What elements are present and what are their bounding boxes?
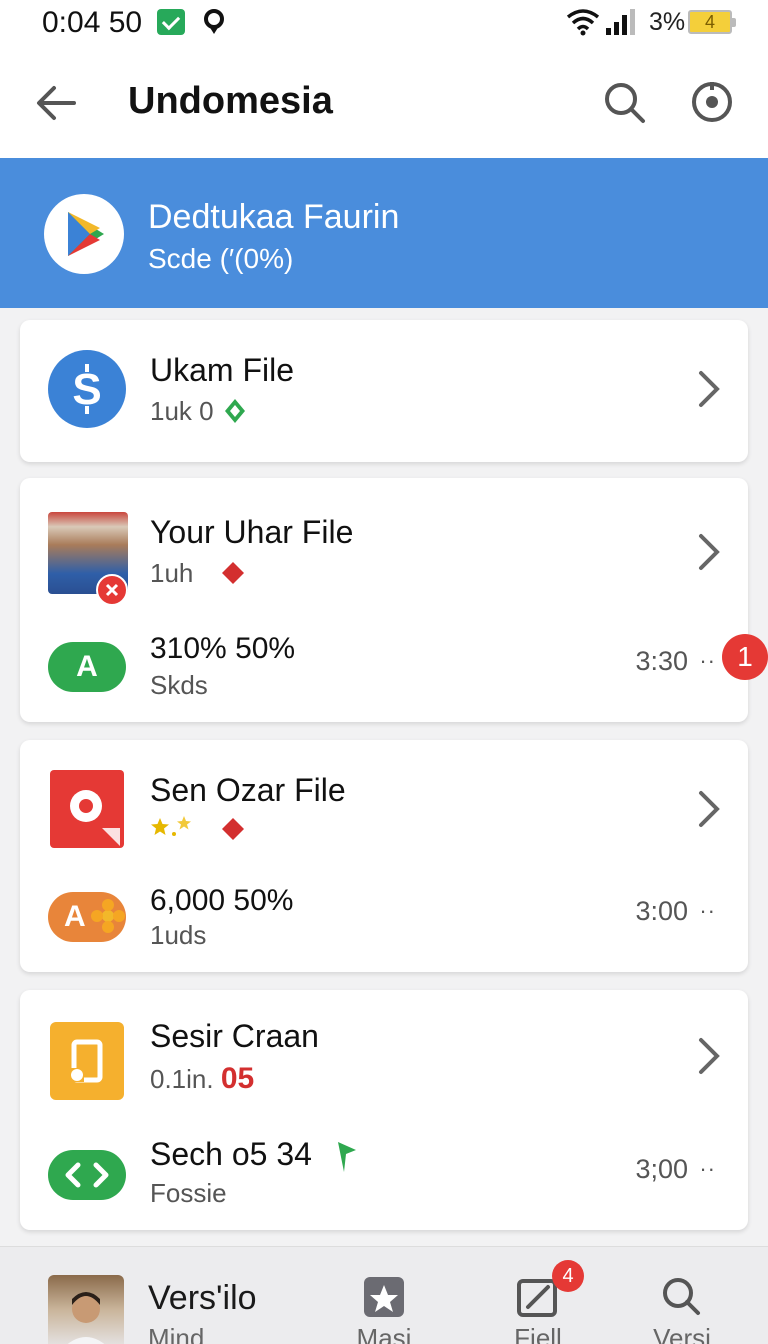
nav-badge: 4 [552, 1260, 584, 1292]
battery-icon: 4 [688, 10, 736, 34]
nav-item-masi[interactable]: Masi [334, 1275, 434, 1344]
search-icon[interactable] [600, 78, 648, 126]
chevron-right-icon[interactable] [696, 532, 722, 572]
bottom-navigation: Vers'ilo Mind Masi Fiell Versi [0, 1246, 768, 1344]
row-subtitle: 1uk 0 [150, 396, 214, 426]
file-card: Sen Ozar File A 6,000 50% 1uds 3:00 ·· [20, 740, 748, 972]
notification-badge: 1 [722, 634, 768, 680]
more-dots-icon[interactable]: ·· [699, 1156, 716, 1182]
row-title: Your Uhar File [150, 514, 354, 550]
row-title: Sesir Craan [150, 1018, 319, 1054]
status-bar: 0:04 50 3% 4 [0, 0, 768, 48]
chevron-right-icon[interactable] [696, 789, 722, 829]
file-card: Your Uhar File 1uh A 310% 50% Skds 3:30 … [20, 478, 748, 722]
nav-item-versi[interactable]: Versi [632, 1275, 732, 1344]
row-title: Sech o5 34 [150, 1136, 312, 1172]
location-pin-icon [204, 9, 224, 34]
chevron-right-icon[interactable] [696, 1036, 722, 1076]
row-subtitle: 1uds [150, 920, 207, 950]
nav-label: Masi [356, 1323, 412, 1344]
row-subtitle-accent: 05 [220, 1062, 255, 1095]
chevron-right-icon[interactable] [696, 369, 722, 409]
row-subtitle-text: 0.1in. [150, 1064, 214, 1094]
page-title: Undomesia [128, 80, 333, 122]
red-diamond-icon [222, 818, 244, 840]
wifi-icon [566, 9, 600, 36]
stars-icon [151, 816, 191, 836]
profile-avatar[interactable] [48, 1275, 124, 1344]
row-subtitle: Skds [150, 670, 208, 700]
check-notification-icon [157, 9, 185, 35]
signal-icon [606, 9, 635, 35]
file-card: Sesir Craan 0.1in. 05 Sech o5 34 Fossie … [20, 990, 748, 1230]
row-title: Sen Ozar File [150, 772, 346, 808]
status-time: 0:04 50 [42, 6, 143, 39]
app-store-logo-icon [44, 194, 124, 274]
row-subtitle: Fossie [150, 1178, 227, 1208]
app-bar: Undomesia [0, 48, 768, 158]
search-icon [663, 1278, 700, 1315]
profile-name[interactable]: Vers'ilo [148, 1279, 257, 1318]
close-badge-icon[interactable] [96, 574, 128, 606]
profile-subtitle: Mind [148, 1323, 205, 1344]
flower-icon [91, 899, 125, 933]
row-time: 3:00 [635, 896, 688, 926]
banner-title: Dedtukaa Faurin [148, 198, 400, 236]
header-banner[interactable]: Dedtukaa Faurin Scde (′(0%) [0, 158, 768, 308]
banner-subtitle: Scde (′(0%) [148, 243, 294, 274]
more-dots-icon[interactable]: ·· [699, 648, 716, 674]
back-arrow-icon[interactable] [30, 78, 80, 128]
battery-percent: 3% [649, 8, 686, 36]
app-pill-icon: A [48, 642, 126, 692]
row-title: 310% 50% [150, 632, 296, 665]
row-subtitle: 1uh [150, 558, 194, 588]
more-dots-icon[interactable]: ·· [699, 898, 716, 924]
green-arrow-icon [338, 1142, 356, 1172]
code-pill-icon [48, 1150, 126, 1200]
target-icon[interactable] [688, 78, 736, 126]
red-diamond-icon [222, 562, 244, 584]
row-time: 3:30 [635, 646, 688, 676]
row-subtitle: 0.1in. 05 [150, 1062, 254, 1096]
media-app-icon [50, 770, 124, 848]
row-time: 3;00 [635, 1154, 688, 1184]
music-note-icon [50, 1022, 124, 1100]
star-icon [364, 1277, 404, 1317]
nav-label: Fiell [514, 1323, 562, 1344]
green-diamond-icon [225, 399, 245, 423]
dollar-icon: S [48, 350, 126, 428]
row-title: Ukam File [150, 352, 295, 388]
row-title: 6,000 50% [150, 884, 294, 917]
file-card: S Ukam File 1uk 0 [20, 320, 748, 462]
nav-label: Versi [653, 1323, 711, 1344]
